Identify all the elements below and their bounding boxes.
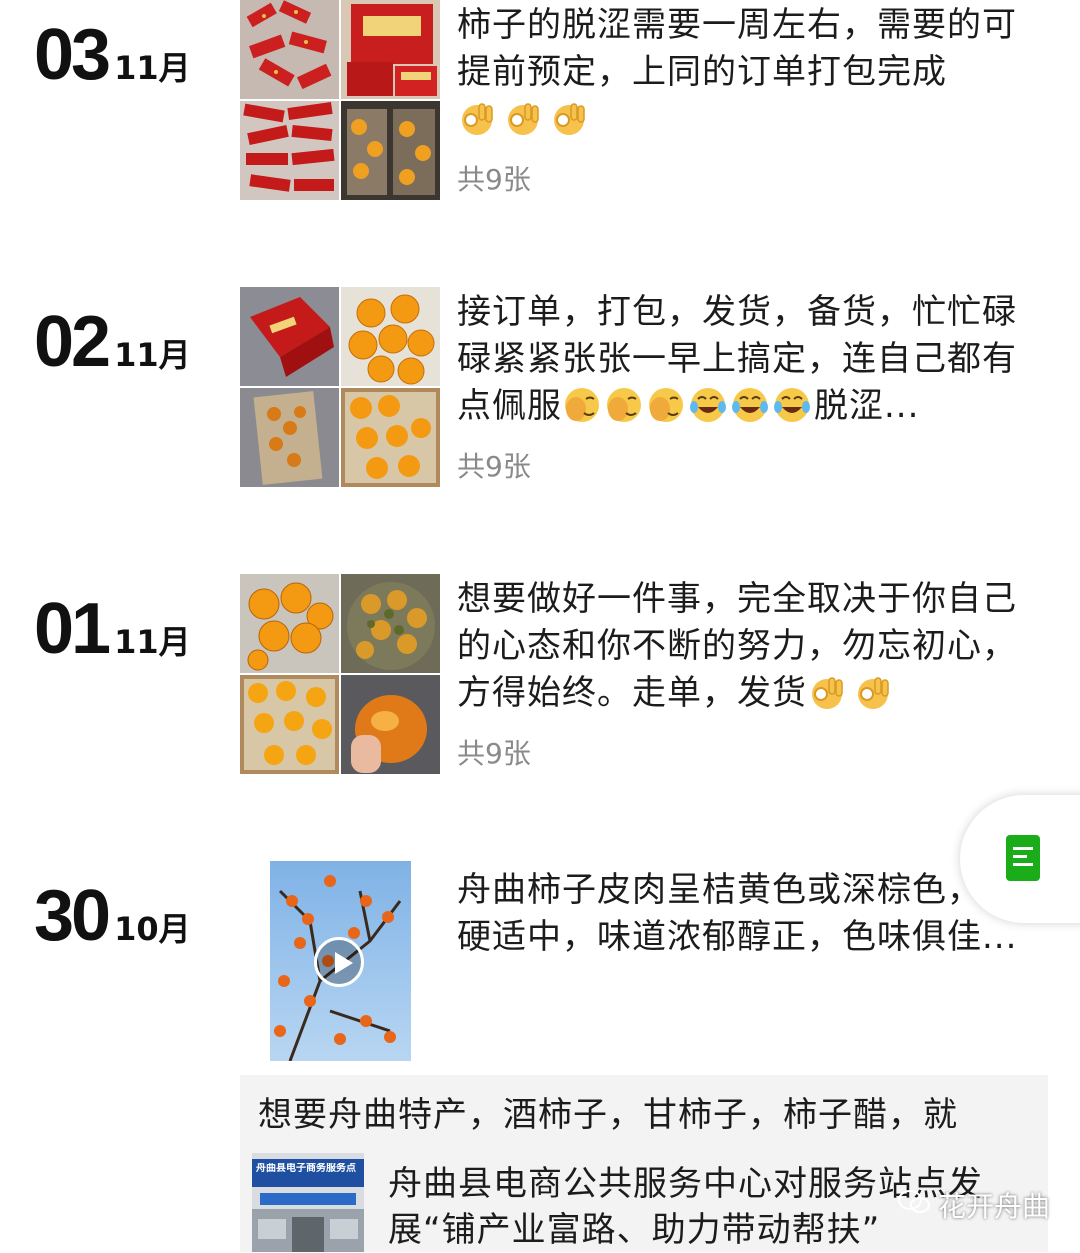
post-day: 02 — [34, 302, 111, 382]
post-date: 30 10月 — [34, 875, 191, 957]
laughing-tears-icon — [688, 385, 728, 425]
photo-thumbnail[interactable] — [240, 101, 339, 200]
post-date: 03 11月 — [34, 14, 191, 96]
facepalm-icon — [646, 385, 686, 425]
post-text-body: 想要做好一件事，完全取决于你自己的心态和你不断的努力，勿忘初心，方得始终。走单，… — [457, 579, 1017, 713]
ok-hand-icon — [807, 672, 847, 712]
laughing-tears-icon — [730, 385, 770, 425]
photo-grid[interactable] — [240, 287, 440, 487]
ok-hand-icon — [549, 98, 589, 138]
photo-thumbnail[interactable] — [240, 0, 339, 99]
shared-article-card[interactable]: 想要舟曲特产，酒柿子，甘柿子，柿子醋，就 舟曲县电子商务服务点 舟曲县电商公共服… — [240, 1075, 1048, 1252]
photo-thumbnail[interactable] — [341, 287, 440, 386]
photo-grid[interactable] — [240, 0, 440, 200]
post-text: 舟曲柿子皮肉呈桔黄色或深棕色，软硬适中，味道浓郁醇正，色味俱佳... — [457, 870, 1018, 957]
photo-thumbnail[interactable] — [341, 574, 440, 673]
post-date: 02 11月 — [34, 301, 191, 383]
wechat-icon — [898, 1189, 930, 1222]
video-thumbnail[interactable] — [270, 861, 411, 1061]
watermark: 花开舟曲 — [898, 1185, 1050, 1225]
ok-hand-icon — [503, 98, 543, 138]
facepalm-icon — [604, 385, 644, 425]
article-thumbnail-sign: 舟曲县电子商务服务点 — [256, 1163, 356, 1174]
post-month: 11月 — [114, 49, 191, 87]
post-day: 03 — [34, 15, 111, 95]
facepalm-icon — [562, 385, 602, 425]
note-icon — [1006, 835, 1040, 881]
post-month: 11月 — [114, 336, 191, 374]
post-text: 想要做好一件事，完全取决于你自己的心态和你不断的努力，勿忘初心，方得始终。走单，… — [457, 576, 1047, 717]
post-month: 11月 — [114, 623, 191, 661]
photo-thumbnail[interactable] — [240, 574, 339, 673]
play-icon[interactable] — [314, 937, 364, 987]
article-thumbnail[interactable]: 舟曲县电子商务服务点 — [252, 1153, 364, 1252]
ok-hand-icon — [457, 98, 497, 138]
photo-thumbnail[interactable] — [240, 675, 339, 774]
post-date: 01 11月 — [34, 588, 191, 670]
photo-thumbnail[interactable] — [240, 388, 339, 487]
photo-thumbnail[interactable] — [341, 0, 440, 99]
photo-thumbnail[interactable] — [341, 388, 440, 487]
watermark-text: 花开舟曲 — [938, 1190, 1051, 1223]
post-text: 接订单，打包，发货，备货，忙忙碌碌紧紧张张一早上搞定，连自己都有点佩服 脱涩... — [457, 289, 1047, 430]
floating-note-button[interactable] — [960, 795, 1080, 923]
photo-thumbnail[interactable] — [341, 675, 440, 774]
photo-count: 共9张 — [457, 163, 531, 196]
photo-thumbnail[interactable] — [240, 287, 339, 386]
photo-count: 共9张 — [457, 737, 531, 770]
photo-grid[interactable] — [240, 574, 440, 774]
post-text-body: 柿子的脱涩需要一周左右，需要的可提前预定，上同的订单打包完成 — [457, 5, 1017, 92]
photo-count: 共9张 — [457, 450, 531, 483]
laughing-tears-icon — [772, 385, 812, 425]
ok-hand-icon — [853, 672, 893, 712]
post-text-tail: 脱涩... — [814, 386, 920, 426]
post-day: 30 — [34, 876, 111, 956]
post-month: 10月 — [114, 910, 191, 948]
shared-article-caption: 想要舟曲特产，酒柿子，甘柿子，柿子醋，就 — [258, 1095, 958, 1135]
post-day: 01 — [34, 589, 111, 669]
post-text: 柿子的脱涩需要一周左右，需要的可提前预定，上同的订单打包完成 — [457, 2, 1047, 143]
photo-thumbnail[interactable] — [341, 101, 440, 200]
